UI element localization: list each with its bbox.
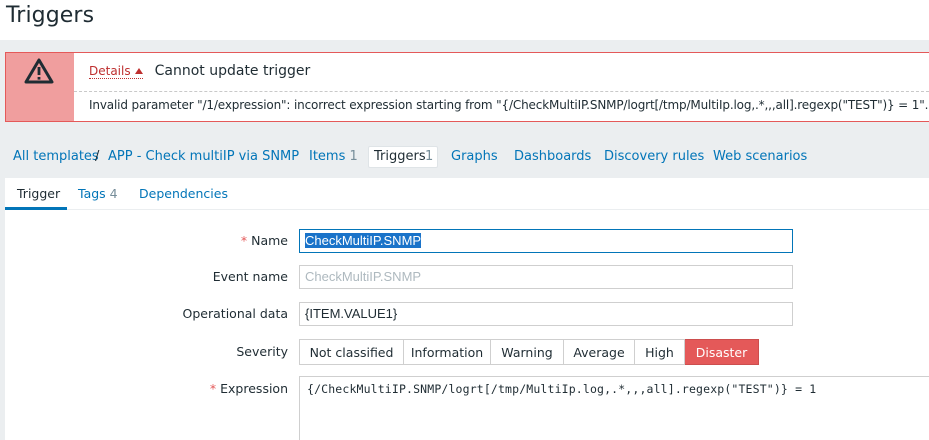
event-name-label-wrap: Event name <box>5 265 288 289</box>
nav-template-name[interactable]: APP - Check multiIP via SNMP <box>108 149 299 164</box>
template-nav: All templates / APP - Check multiIP via … <box>0 140 929 174</box>
nav-items-label: Items <box>309 149 346 164</box>
severity-label: Severity <box>236 344 288 359</box>
breadcrumb-separator: / <box>95 149 100 164</box>
nav-discovery-rules[interactable]: Discovery rules <box>604 149 704 164</box>
event-name-input[interactable]: CheckMultiIP.SNMP <box>299 265 793 289</box>
trigger-form: * Name CheckMultiIP.SNMP Event name Check… <box>5 210 929 440</box>
tab-dependencies[interactable]: Dependencies <box>139 186 228 201</box>
severity-not-classified[interactable]: Not classified <box>299 339 404 365</box>
nav-web-scenarios[interactable]: Web scenarios <box>713 149 807 164</box>
event-name-label: Event name <box>212 269 288 284</box>
operational-data-label: Operational data <box>182 306 288 321</box>
error-icon-area <box>6 53 74 121</box>
name-label-wrap: * Name <box>5 229 288 253</box>
tab-tags[interactable]: Tags 4 <box>78 186 118 201</box>
tab-tags-label: Tags <box>78 186 106 201</box>
severity-selector: Not classified Information Warning Avera… <box>299 339 759 365</box>
details-label: Details <box>89 64 131 78</box>
arrow-up-icon <box>134 68 143 74</box>
tab-trigger[interactable]: Trigger <box>17 186 60 201</box>
name-input[interactable]: CheckMultiIP.SNMP <box>299 229 793 253</box>
error-headline: Cannot update trigger <box>154 63 311 79</box>
nav-items-count: 1 <box>349 149 358 164</box>
operational-data-value: {ITEM.VALUE1} <box>305 306 398 321</box>
severity-high[interactable]: High <box>635 339 685 365</box>
expression-value: {/CheckMultiIP.SNMP/logrt[/tmp/MultiIp.l… <box>307 382 817 396</box>
name-label: * Name <box>241 233 288 248</box>
required-mark: * <box>240 233 248 248</box>
severity-label-wrap: Severity <box>5 340 288 364</box>
form-tabs: Trigger Tags 4 Dependencies <box>5 178 929 210</box>
warning-triangle-icon <box>24 58 54 84</box>
severity-warning[interactable]: Warning <box>491 339 564 365</box>
nav-triggers-label: Triggers <box>374 149 426 164</box>
nav-dashboards[interactable]: Dashboards <box>514 149 591 164</box>
event-name-placeholder: CheckMultiIP.SNMP <box>305 269 422 284</box>
error-content: Details Cannot update trigger Invalid par… <box>74 53 929 121</box>
severity-disaster[interactable]: Disaster <box>685 339 759 365</box>
name-input-value: CheckMultiIP.SNMP <box>305 233 422 248</box>
nav-all-templates[interactable]: All templates <box>13 149 99 164</box>
expression-textarea[interactable]: {/CheckMultiIP.SNMP/logrt[/tmp/MultiIp.l… <box>299 376 929 440</box>
name-label-text: Name <box>251 233 288 248</box>
required-mark: * <box>209 381 217 396</box>
nav-triggers-count: 1 <box>425 149 434 164</box>
page-header: Triggers <box>0 0 929 40</box>
tab-tags-count: 4 <box>109 186 118 201</box>
error-message-box: Details Cannot update trigger Invalid par… <box>5 52 929 122</box>
nav-items[interactable]: Items 1 <box>309 149 358 164</box>
error-headline-row: Details Cannot update trigger <box>89 63 310 79</box>
page-title: Triggers <box>6 3 95 28</box>
severity-information[interactable]: Information <box>404 339 491 365</box>
operational-data-label-wrap: Operational data <box>5 302 288 326</box>
error-divider <box>74 91 929 92</box>
expression-label-wrap: * Expression <box>5 377 288 401</box>
nav-triggers[interactable]: Triggers 1 <box>368 146 438 168</box>
operational-data-input[interactable]: {ITEM.VALUE1} <box>299 302 793 326</box>
expression-label-text: Expression <box>220 381 288 396</box>
details-toggle[interactable]: Details <box>89 64 143 79</box>
nav-graphs[interactable]: Graphs <box>451 149 498 164</box>
error-detail: Invalid parameter "/1/expression": incor… <box>89 98 929 112</box>
severity-average[interactable]: Average <box>564 339 635 365</box>
expression-label: * Expression <box>210 381 288 396</box>
